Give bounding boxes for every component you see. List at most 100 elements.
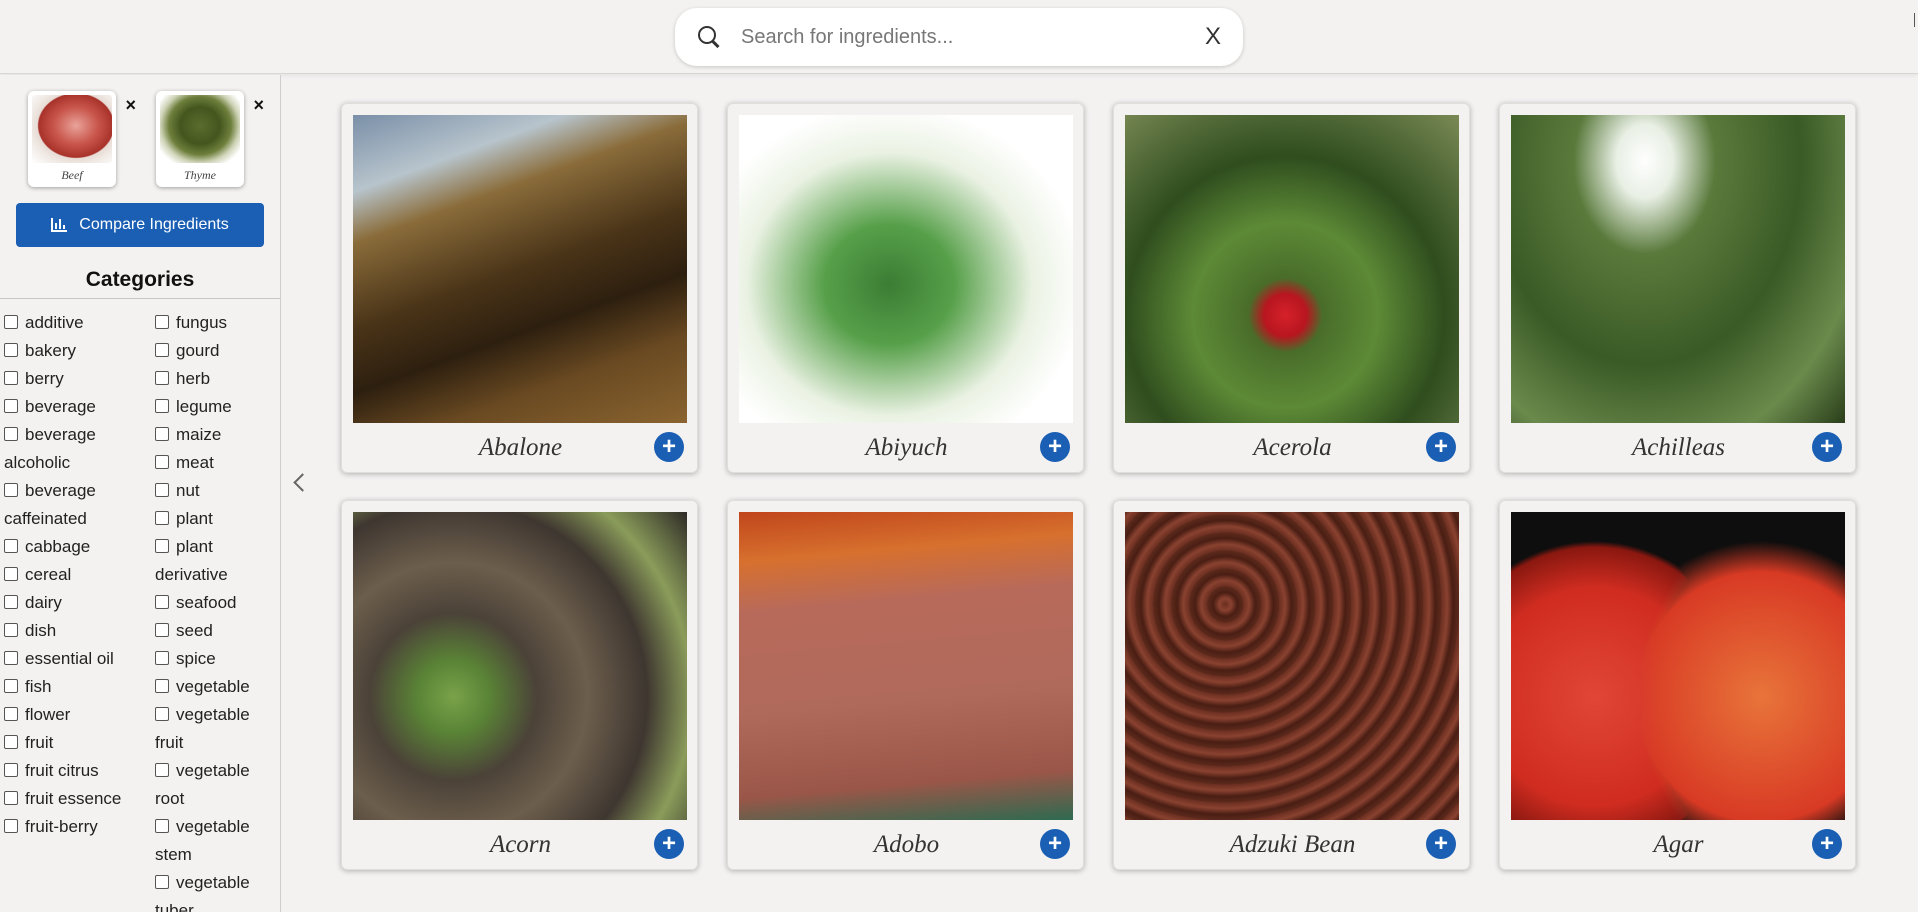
category-item[interactable]: herb — [155, 365, 277, 393]
ingredient-card[interactable]: Abalone + — [341, 103, 698, 473]
category-checkbox[interactable] — [4, 483, 18, 497]
category-item[interactable]: meat — [155, 449, 277, 477]
category-item[interactable]: essential oil — [4, 645, 144, 673]
category-item[interactable]: beverage — [4, 393, 144, 421]
add-ingredient-button[interactable]: + — [654, 432, 684, 462]
category-item[interactable]: fungus — [155, 309, 277, 337]
remove-thyme-button[interactable]: × — [253, 95, 264, 116]
add-ingredient-button[interactable]: + — [654, 829, 684, 859]
category-item[interactable]: dish — [4, 617, 144, 645]
category-item[interactable]: vegetable fruit — [155, 701, 277, 757]
category-item[interactable]: vegetable stem — [155, 813, 277, 869]
category-checkbox[interactable] — [155, 539, 169, 553]
category-item[interactable]: seafood — [155, 589, 277, 617]
category-checkbox[interactable] — [4, 567, 18, 581]
add-ingredient-button[interactable]: + — [1812, 829, 1842, 859]
ingredient-card[interactable]: Acorn + — [341, 500, 698, 870]
category-checkbox[interactable] — [4, 315, 18, 329]
ingredient-card[interactable]: Adzuki Bean + — [1113, 500, 1470, 870]
category-item[interactable]: fish — [4, 673, 144, 701]
category-checkbox[interactable] — [4, 651, 18, 665]
category-checkbox[interactable] — [155, 679, 169, 693]
add-ingredient-button[interactable]: + — [1426, 432, 1456, 462]
category-checkbox[interactable] — [4, 371, 18, 385]
clear-search-button[interactable]: X — [1205, 23, 1221, 51]
category-item[interactable]: fruit-berry — [4, 813, 144, 841]
category-checkbox[interactable] — [155, 371, 169, 385]
remove-beef-button[interactable]: × — [125, 95, 136, 116]
ingredient-name: Agar — [1653, 831, 1704, 858]
category-checkbox[interactable] — [155, 427, 169, 441]
category-item[interactable]: vegetable tuber — [155, 869, 277, 912]
ingredient-card[interactable]: Achilleas + — [1499, 103, 1856, 473]
collapse-sidebar-chevron-left-icon[interactable] — [290, 468, 310, 498]
search-bar[interactable]: X — [675, 8, 1243, 66]
category-checkbox[interactable] — [4, 707, 18, 721]
ingredient-card[interactable]: Adobo + — [727, 500, 1084, 870]
selected-ingredient-label: Beef — [61, 168, 83, 182]
category-checkbox[interactable] — [4, 427, 18, 441]
category-item[interactable]: fruit citrus — [4, 757, 144, 785]
category-item[interactable]: dairy — [4, 589, 144, 617]
category-checkbox[interactable] — [155, 511, 169, 525]
category-item[interactable]: cabbage — [4, 533, 144, 561]
category-checkbox[interactable] — [155, 763, 169, 777]
category-label: legume — [176, 397, 232, 416]
category-column-1: additive bakery berry beverage beverage alco… — [4, 309, 144, 841]
category-item[interactable]: vegetable root — [155, 757, 277, 813]
category-item[interactable]: fruit — [4, 729, 144, 757]
add-ingredient-button[interactable]: + — [1040, 829, 1070, 859]
selected-ingredient-beef[interactable]: Beef × — [28, 91, 136, 187]
category-item[interactable]: plant derivative — [155, 533, 277, 589]
category-checkbox[interactable] — [155, 623, 169, 637]
add-ingredient-button[interactable]: + — [1040, 432, 1070, 462]
search-input[interactable] — [741, 25, 1195, 49]
category-checkbox[interactable] — [4, 791, 18, 805]
category-checkbox[interactable] — [155, 707, 169, 721]
compare-ingredients-button[interactable]: Compare Ingredients — [16, 203, 264, 247]
category-checkbox[interactable] — [155, 315, 169, 329]
category-item[interactable]: beverage caffeinated — [4, 477, 144, 533]
category-checkbox[interactable] — [155, 483, 169, 497]
category-checkbox[interactable] — [4, 623, 18, 637]
category-checkbox[interactable] — [4, 343, 18, 357]
category-item[interactable]: fruit essence — [4, 785, 144, 813]
category-item[interactable]: vegetable — [155, 673, 277, 701]
category-item[interactable]: bakery — [4, 337, 144, 365]
category-checkbox[interactable] — [4, 595, 18, 609]
category-item[interactable]: maize — [155, 421, 277, 449]
ingredient-card[interactable]: Acerola + — [1113, 103, 1470, 473]
category-checkbox[interactable] — [155, 595, 169, 609]
add-ingredient-button[interactable]: + — [1812, 432, 1842, 462]
category-checkbox[interactable] — [4, 735, 18, 749]
category-checkbox[interactable] — [155, 399, 169, 413]
category-checkbox[interactable] — [155, 343, 169, 357]
add-ingredient-button[interactable]: + — [1426, 829, 1456, 859]
search-icon — [697, 25, 721, 49]
category-checkbox[interactable] — [4, 679, 18, 693]
category-checkbox[interactable] — [155, 875, 169, 889]
category-item[interactable]: nut — [155, 477, 277, 505]
category-item[interactable]: berry — [4, 365, 144, 393]
category-checkbox[interactable] — [155, 651, 169, 665]
category-label: vegetable fruit — [155, 705, 250, 752]
category-checkbox[interactable] — [155, 819, 169, 833]
category-item[interactable]: seed — [155, 617, 277, 645]
category-item[interactable]: gourd — [155, 337, 277, 365]
category-item[interactable]: plant — [155, 505, 277, 533]
category-item[interactable]: legume — [155, 393, 277, 421]
category-item[interactable]: beverage alcoholic — [4, 421, 144, 477]
category-checkbox[interactable] — [4, 819, 18, 833]
category-item[interactable]: cereal — [4, 561, 144, 589]
category-item[interactable]: spice — [155, 645, 277, 673]
category-item[interactable]: flower — [4, 701, 144, 729]
ingredient-name: Abiyuch — [865, 434, 948, 461]
ingredient-card[interactable]: Abiyuch + — [727, 103, 1084, 473]
ingredient-card[interactable]: Agar + — [1499, 500, 1856, 870]
category-checkbox[interactable] — [155, 455, 169, 469]
category-checkbox[interactable] — [4, 539, 18, 553]
category-checkbox[interactable] — [4, 763, 18, 777]
category-checkbox[interactable] — [4, 399, 18, 413]
category-item[interactable]: additive — [4, 309, 144, 337]
selected-ingredient-thyme[interactable]: Thyme × — [156, 91, 264, 187]
